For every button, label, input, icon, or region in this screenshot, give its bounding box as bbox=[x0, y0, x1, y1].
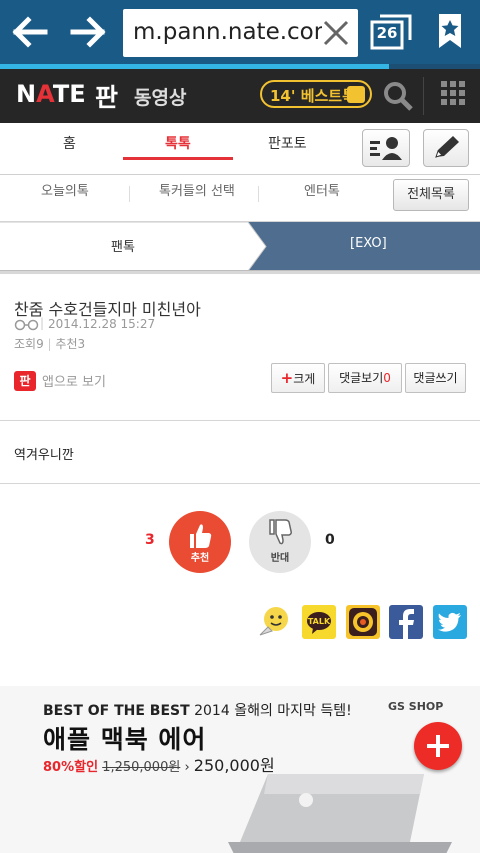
emoticon-icon[interactable] bbox=[256, 605, 290, 639]
nate-logo-text: NATE bbox=[16, 80, 86, 108]
article-date: 2014.12.28 15:27 bbox=[48, 317, 156, 331]
breadcrumb-subcategory[interactable]: [EXO] bbox=[350, 236, 387, 251]
ad-price: 80%할인 1,250,000원 › 250,000원 bbox=[43, 752, 275, 776]
subtab-divider bbox=[258, 186, 259, 202]
article-top-border bbox=[0, 271, 480, 274]
divider bbox=[0, 483, 480, 484]
ad-original-price: 1,250,000원 bbox=[102, 760, 181, 775]
kakaostory-icon[interactable] bbox=[346, 605, 380, 639]
bigger-text-button[interactable]: +크게 bbox=[271, 363, 325, 393]
subtab-talkers-choice[interactable]: 톡커들의 선택 bbox=[159, 180, 235, 199]
my-profile-button[interactable] bbox=[362, 129, 410, 167]
clear-url-icon[interactable] bbox=[322, 19, 350, 47]
subtab-divider bbox=[129, 186, 130, 202]
back-arrow-icon[interactable] bbox=[6, 10, 54, 54]
ad-headline: BEST OF THE BEST 2014 올해의 마지막 득템! bbox=[43, 700, 352, 720]
best-talk-label: 14' 베스트톡 bbox=[270, 87, 356, 105]
ad-discount: 80%할인 bbox=[43, 760, 99, 775]
article-stats: 조회9 | 추천3 bbox=[14, 335, 85, 352]
upvote-label: 추천 bbox=[190, 553, 210, 564]
all-list-button[interactable]: 전체목록 bbox=[393, 179, 469, 211]
view-comments-button[interactable]: 댓글보기0 bbox=[328, 363, 402, 393]
comment-count: 0 bbox=[383, 371, 391, 385]
bookmark-star-icon bbox=[439, 14, 461, 48]
kakaotalk-icon[interactable]: TALK bbox=[302, 605, 336, 639]
twitter-icon[interactable] bbox=[433, 605, 467, 639]
sub-tabs: 오늘의톡 톡커들의 선택 엔터톡 전체목록 bbox=[0, 175, 480, 222]
subtab-entertalk[interactable]: 엔터톡 bbox=[304, 180, 340, 199]
header-divider bbox=[423, 77, 424, 115]
view-count: 조회9 bbox=[14, 337, 44, 351]
kakaotalk-label: TALK bbox=[308, 617, 331, 626]
glasses-icon bbox=[14, 319, 39, 331]
menu-grid-icon[interactable] bbox=[441, 81, 465, 105]
pan-app-icon[interactable]: 판 bbox=[14, 371, 36, 391]
advertisement-banner[interactable]: BEST OF THE BEST 2014 올해의 마지막 득템! GS SHO… bbox=[0, 686, 480, 853]
plus-icon bbox=[427, 735, 449, 757]
meta-separator: | bbox=[40, 316, 45, 330]
thumbs-down-icon bbox=[269, 519, 292, 545]
ad-product-name: 애플 맥북 에어 bbox=[43, 725, 207, 754]
write-button[interactable] bbox=[423, 129, 469, 167]
ad-headline-bold: BEST OF THE BEST bbox=[43, 703, 190, 719]
tab-home[interactable]: 홈 bbox=[63, 133, 76, 153]
subtab-today[interactable]: 오늘의톡 bbox=[41, 180, 89, 199]
forward-arrow-icon[interactable] bbox=[64, 10, 112, 54]
browser-toolbar: m.pann.nate.com 26 bbox=[0, 0, 480, 64]
upvote-button[interactable]: 추천 bbox=[169, 511, 231, 573]
active-tab-indicator bbox=[123, 157, 233, 160]
article-body: 역겨우니깐 bbox=[14, 448, 74, 463]
downvote-count: 0 bbox=[325, 532, 335, 548]
pencil-icon bbox=[435, 136, 459, 158]
url-field[interactable]: m.pann.nate.com bbox=[123, 9, 358, 57]
downvote-label: 반대 bbox=[270, 553, 290, 564]
divider bbox=[0, 420, 480, 421]
video-link[interactable]: 동영상 bbox=[134, 83, 186, 110]
tabs-button[interactable]: 26 bbox=[370, 12, 416, 54]
downvote-button[interactable]: 반대 bbox=[249, 511, 311, 573]
nate-logo[interactable]: NATE bbox=[16, 80, 86, 108]
user-list-icon bbox=[370, 137, 402, 160]
floating-add-button[interactable] bbox=[414, 722, 462, 770]
pan-logo[interactable]: 판 bbox=[95, 78, 118, 114]
view-comments-label: 댓글보기 bbox=[339, 371, 384, 385]
url-text: m.pann.nate.com bbox=[133, 19, 337, 45]
breadcrumb-category[interactable]: 팬톡 bbox=[111, 236, 135, 255]
tab-toktok[interactable]: 톡톡 bbox=[165, 133, 191, 153]
breadcrumb: 팬톡 [EXO] bbox=[0, 222, 480, 271]
laptop-image bbox=[228, 774, 452, 853]
ad-headline-rest: 2014 올해의 마지막 득템! bbox=[194, 703, 352, 719]
ad-final-price: 250,000원 bbox=[193, 756, 275, 775]
chevron-right-icon: › bbox=[184, 760, 190, 775]
plus-icon: + bbox=[280, 369, 294, 387]
best-talk-badge[interactable]: 14' 베스트톡 bbox=[260, 80, 372, 108]
bookmark-button[interactable] bbox=[430, 10, 470, 54]
tab-panphoto[interactable]: 판포토 bbox=[268, 133, 307, 153]
bigger-text-label: 크게 bbox=[293, 372, 316, 386]
upvote-count: 3 bbox=[145, 532, 155, 548]
recommend-count: 추천3 bbox=[55, 337, 86, 351]
view-in-app-link[interactable]: 앱으로 보기 bbox=[42, 371, 106, 390]
write-comment-button[interactable]: 댓글쓰기 bbox=[405, 363, 466, 393]
search-icon[interactable] bbox=[380, 78, 416, 114]
site-header: NATE 판 동영상 14' 베스트톡 bbox=[0, 69, 480, 123]
facebook-icon[interactable] bbox=[389, 605, 423, 639]
tab-count: 26 bbox=[376, 24, 398, 42]
ad-brand: GS SHOP bbox=[388, 700, 444, 713]
thumbs-up-icon bbox=[347, 86, 365, 103]
breadcrumb-arrow-shape bbox=[0, 222, 480, 271]
main-tabs: 홈 톡톡 판포토 bbox=[0, 123, 480, 175]
